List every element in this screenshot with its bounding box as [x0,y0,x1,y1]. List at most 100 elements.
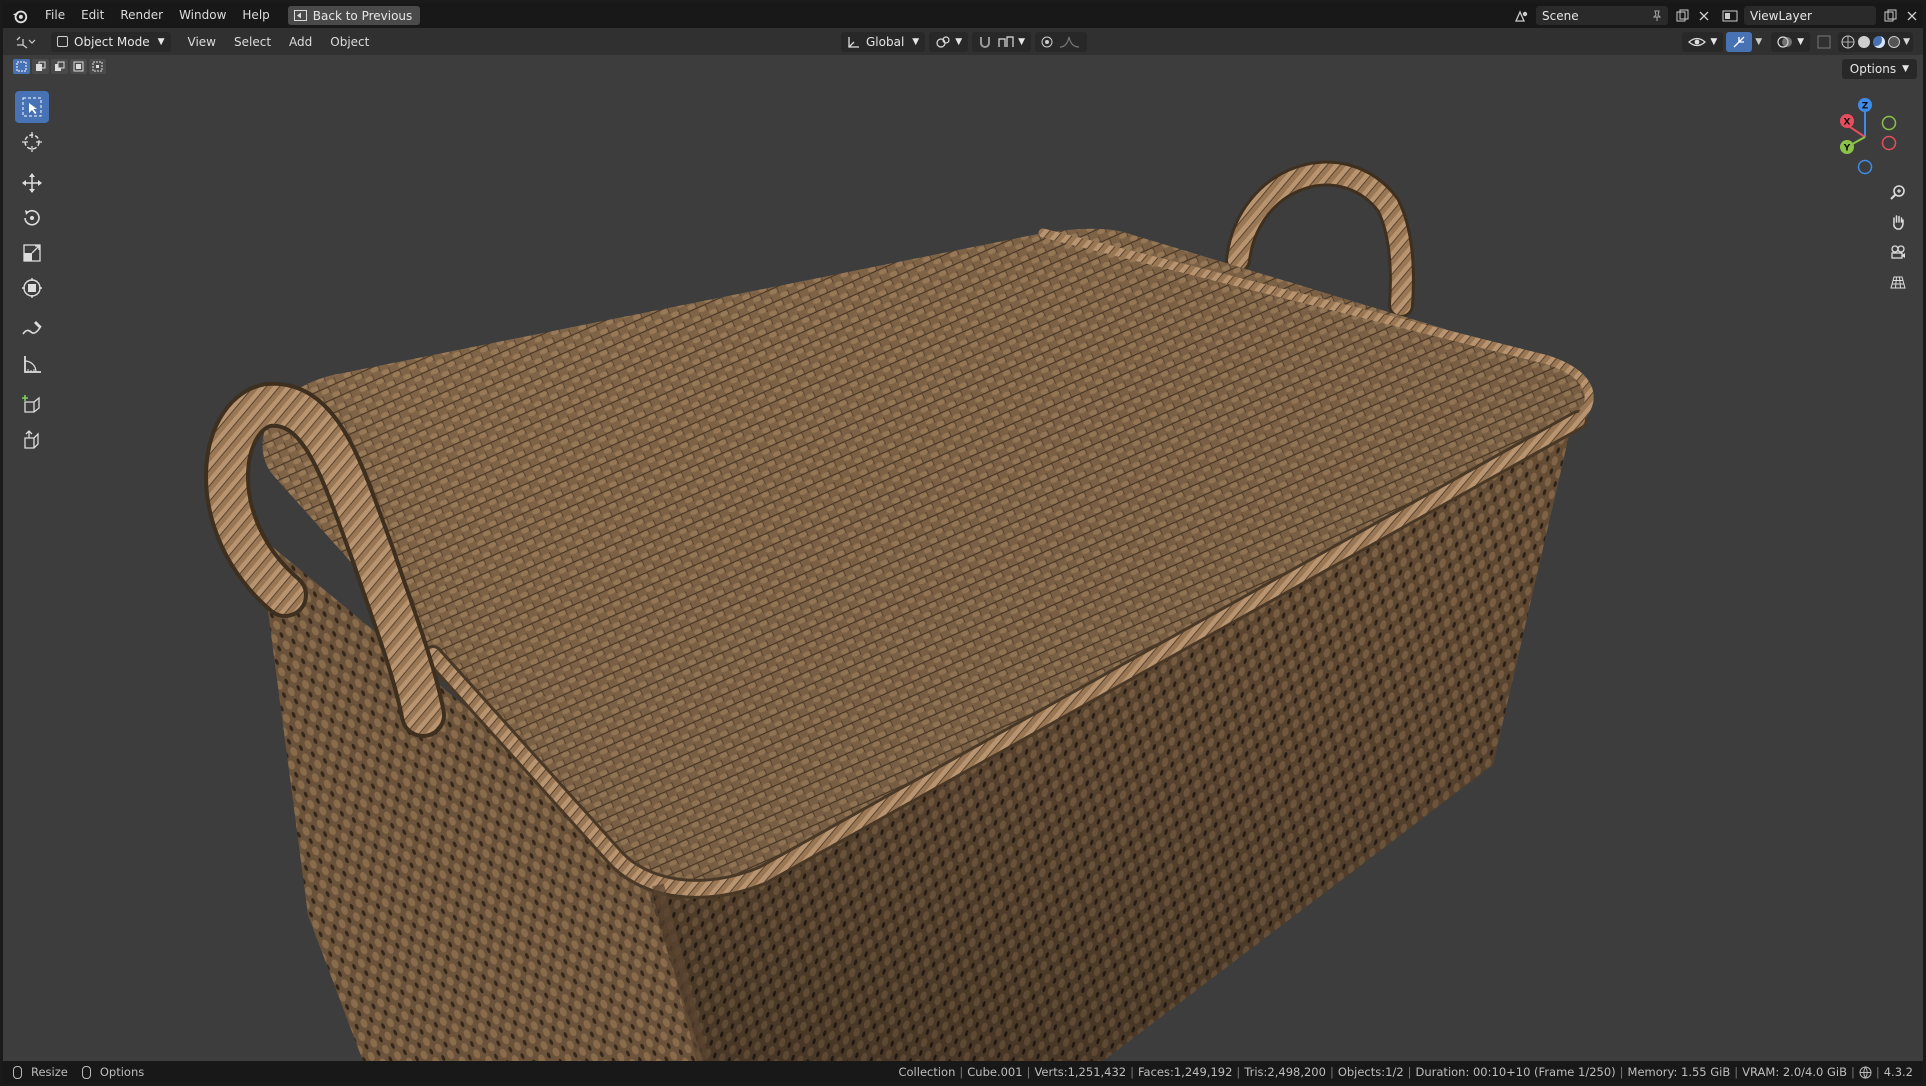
gizmo-neg-z-axis[interactable] [1857,159,1873,175]
top-menu-bar: File Edit Render Window Help Back to Pre… [3,3,1923,28]
add-cube-tool[interactable] [15,389,49,421]
menu-object[interactable]: Object [321,35,378,49]
shading-mode-group: ▼ [1838,32,1913,52]
new-scene-icon[interactable] [1671,6,1693,25]
remove-view-layer-icon[interactable] [1901,6,1923,25]
gizmo-dropdown-chevron-icon[interactable]: ▼ [1755,37,1762,47]
scene-field[interactable]: Scene [1536,6,1668,25]
object-mode-label: Object Mode [74,34,150,49]
menu-edit[interactable]: Edit [73,3,112,28]
measure-icon [23,356,41,373]
rendered-shading-icon[interactable] [1888,36,1901,48]
transform-tools: Global ▼ ▼ ▼ [841,32,1088,52]
material-preview-shading-icon[interactable] [1873,36,1886,48]
menu-add[interactable]: Add [280,35,321,49]
status-hints: Resize Options [13,1065,144,1079]
menu-render[interactable]: Render [112,3,171,28]
status-hint-options: Options [99,1065,145,1079]
add-cube-icon [21,395,40,413]
falloff-curve-icon [1060,36,1080,48]
stat-memory: Memory: 1.55 GiB [1627,1065,1731,1079]
move-tool[interactable] [15,167,49,199]
overlays-toggle[interactable]: ▼ [1771,32,1811,52]
editor-type-selector[interactable] [15,35,43,49]
editor-type-icon [16,36,36,49]
cursor-tool[interactable] [15,126,49,158]
scene-statistics: Collection | Cube.001 | Verts:1,251,432 | F… [898,1065,1913,1079]
extrude-icon [23,430,39,449]
select-extend-mode-icon[interactable] [32,59,49,74]
transform-orientation-dropdown[interactable]: Global ▼ [841,32,926,52]
pin-icon[interactable] [1652,10,1662,22]
select-subtract-mode-icon[interactable] [51,59,68,74]
3d-viewport[interactable] [3,55,1923,1061]
back-to-previous-button[interactable]: Back to Previous [287,6,421,25]
solid-shading-icon[interactable] [1858,36,1871,48]
proportional-editing-icon [1041,36,1053,48]
wireframe-shading-icon[interactable] [1841,35,1855,49]
scene-name: Scene [1542,8,1579,23]
select-box-tool[interactable] [14,91,49,123]
object-mode-dropdown[interactable]: Object Mode ▼ [51,31,171,52]
cursor-icon [21,132,42,152]
gizmo-toggle[interactable] [1726,32,1753,52]
chevron-down-icon: ▼ [1902,64,1909,74]
select-box-icon [22,97,41,117]
view-layer-field[interactable]: ViewLayer [1744,6,1876,25]
scale-icon [22,244,41,262]
transform-tool[interactable] [15,272,49,304]
scene-selector-icon[interactable] [1511,6,1533,25]
measure-tool[interactable] [15,348,49,380]
gizmo-z-label: Z [1862,102,1869,112]
orientation-axes-icon [848,36,859,48]
menu-window[interactable]: Window [171,3,234,28]
gizmo-neg-y-axis[interactable] [1881,115,1897,131]
pan-hand-icon[interactable] [1885,209,1911,235]
menu-select[interactable]: Select [225,35,280,49]
gizmo-neg-x-axis[interactable] [1881,135,1897,151]
menu-help[interactable]: Help [234,3,277,28]
options-dropdown[interactable]: Options ▼ [1841,59,1917,79]
back-icon [293,10,307,21]
blender-window: File Edit Render Window Help Back to Pre… [3,3,1923,1083]
remove-scene-icon[interactable] [1693,6,1715,25]
selection-mode-buttons [13,59,106,74]
perspective-toggle-icon[interactable] [1885,269,1911,295]
rotate-tool[interactable] [15,202,49,234]
blender-logo-icon[interactable] [11,7,29,25]
pivot-point-dropdown[interactable]: ▼ [929,32,969,52]
select-invert-mode-icon[interactable] [70,59,87,74]
shading-options-chevron-icon[interactable]: ▼ [1903,37,1910,47]
xray-icon [1817,35,1831,49]
view-layer-name: ViewLayer [1750,8,1812,23]
pivot-icon [936,36,950,48]
status-bar: Resize Options Collection | Cube.001 | Ver… [3,1061,1923,1083]
camera-view-icon[interactable] [1885,239,1911,265]
eye-icon [1688,37,1707,47]
mouse-right-icon [81,1065,91,1079]
object-mode-icon [57,36,68,47]
scale-tool[interactable] [15,237,49,269]
xray-toggle[interactable] [1813,33,1835,52]
select-intersect-mode-icon[interactable] [89,59,106,74]
network-globe-icon[interactable] [1859,1066,1872,1079]
view-layer-icon[interactable] [1719,6,1741,25]
stat-collection: Collection [898,1065,956,1079]
object-visibility-dropdown[interactable]: ▼ [1682,32,1724,52]
proportional-editing-controls[interactable] [1035,32,1088,52]
annotate-tool[interactable] [15,313,49,345]
new-view-layer-icon[interactable] [1879,6,1901,25]
navigation-gizmo[interactable]: Z X Y [1825,95,1905,175]
menu-view[interactable]: View [179,35,225,49]
stat-version: 4.3.2 [1883,1065,1913,1079]
menu-file[interactable]: File [37,3,73,28]
zoom-icon[interactable] [1885,179,1911,205]
select-new-mode-icon[interactable] [13,59,30,74]
snapping-controls[interactable]: ▼ [972,32,1032,52]
extrude-tool[interactable] [15,424,49,456]
magnet-icon [980,37,991,48]
gizmo-y-label: Y [1843,144,1851,154]
chevron-down-icon: ▼ [912,37,920,47]
move-icon [21,173,42,193]
chevron-down-icon: ▼ [157,36,165,47]
